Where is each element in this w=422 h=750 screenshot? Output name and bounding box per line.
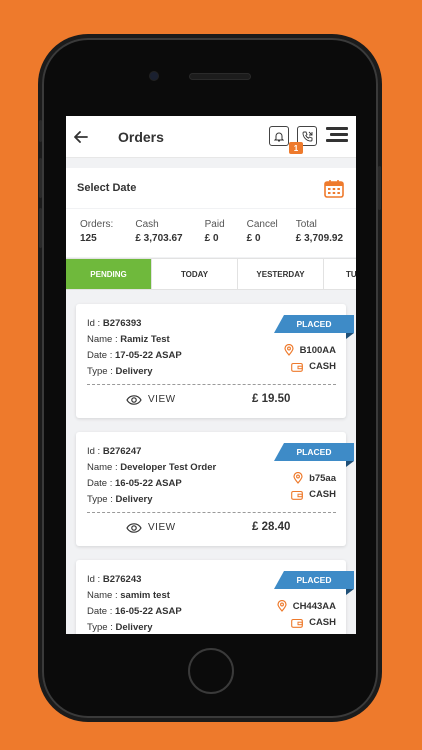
stat-orders: Orders: 125 <box>80 219 114 244</box>
app-bar: Orders 1 <box>66 116 356 158</box>
order-amount: £ 19.50 <box>252 393 291 405</box>
order-amount: £ 28.40 <box>252 521 291 533</box>
notification-badge: 1 <box>289 142 303 154</box>
card-divider <box>87 512 336 513</box>
view-order-button[interactable]: VIEW <box>126 522 176 533</box>
order-postcode: B100AA <box>283 344 336 356</box>
front-camera <box>150 72 158 80</box>
order-payment: CASH <box>291 489 336 500</box>
location-pin-icon <box>293 472 303 484</box>
wallet-icon <box>291 362 303 372</box>
order-list: Id : B276393 Name : Ramiz Test Date : 17… <box>66 290 356 634</box>
home-button[interactable] <box>188 648 234 694</box>
ribbon-fold <box>346 461 354 467</box>
wallet-icon <box>291 618 303 628</box>
eye-icon <box>126 394 142 405</box>
back-arrow-icon[interactable] <box>74 130 104 143</box>
ribbon-fold <box>346 589 354 595</box>
status-badge: PLACED <box>274 443 354 461</box>
status-badge: PLACED <box>274 571 354 589</box>
hamburger-menu-icon[interactable] <box>326 127 348 143</box>
volume-up-button <box>39 158 42 198</box>
eye-icon <box>126 522 142 533</box>
order-card[interactable]: Id : B276393 Name : Ramiz Test Date : 17… <box>76 304 354 418</box>
page-title: Orders <box>118 128 164 145</box>
phone-call-icon <box>302 131 312 141</box>
order-postcode: b75aa <box>293 472 336 484</box>
calendar-icon[interactable] <box>324 179 344 198</box>
phone-frame: Orders 1 Select Date Orders: 125 Cash £ … <box>39 38 381 718</box>
card-divider <box>87 384 336 385</box>
stat-cancel: Cancel £ 0 <box>246 219 278 244</box>
status-badge: PLACED <box>274 315 354 333</box>
order-card[interactable]: Id : B276247 Name : Developer Test Order… <box>76 432 354 546</box>
order-postcode: CH443AA <box>277 600 336 612</box>
date-filter-row[interactable]: Select Date <box>66 168 356 208</box>
stat-total: Total £ 3,709.92 <box>295 219 344 244</box>
stat-paid: Paid £ 0 <box>204 219 225 244</box>
order-payment: CASH <box>291 361 336 372</box>
notifications-button[interactable] <box>269 126 289 146</box>
earpiece-speaker <box>190 74 250 79</box>
stat-cash: Cash £ 3,703.67 <box>135 219 183 244</box>
volume-down-button <box>39 208 42 248</box>
order-card[interactable]: Id : B276243 Name : samim test Date : 16… <box>76 560 354 634</box>
tab-today[interactable]: TODAY <box>152 259 238 289</box>
order-tabs: PENDING TODAY YESTERDAY TU <box>66 258 356 290</box>
ribbon-fold <box>346 333 354 339</box>
mute-switch <box>39 120 42 142</box>
tab-yesterday[interactable]: YESTERDAY <box>238 259 324 289</box>
location-pin-icon <box>277 600 287 612</box>
location-pin-icon <box>283 344 294 356</box>
view-order-button[interactable]: VIEW <box>126 394 176 405</box>
order-stats: Orders: 125 Cash £ 3,703.67 Paid £ 0 Can… <box>66 209 356 257</box>
app-screen: Orders 1 Select Date Orders: 125 Cash £ … <box>66 116 356 634</box>
bell-icon <box>274 132 284 141</box>
select-date-label: Select Date <box>77 182 137 194</box>
wallet-icon <box>291 490 303 500</box>
tab-next[interactable]: TU <box>324 259 356 289</box>
tab-pending[interactable]: PENDING <box>66 259 152 289</box>
power-button <box>378 166 381 210</box>
order-payment: CASH <box>291 617 336 628</box>
